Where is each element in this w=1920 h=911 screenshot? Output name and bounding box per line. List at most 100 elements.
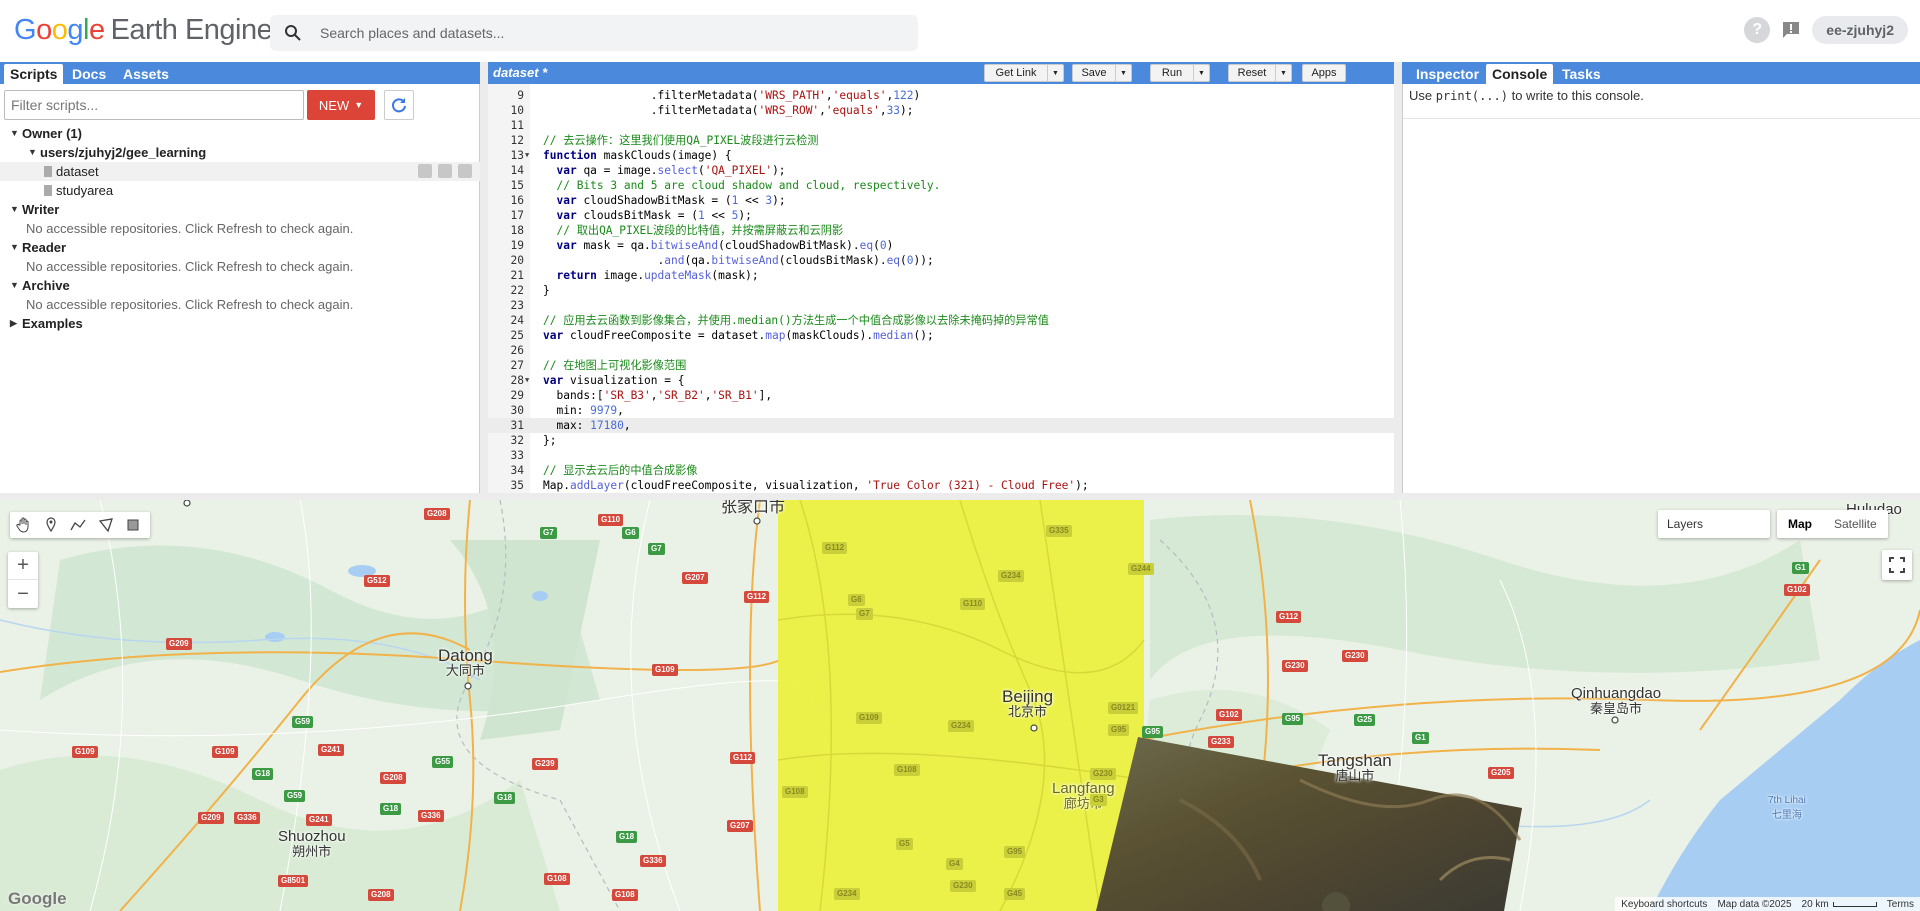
save-button[interactable]: Save ▼: [1072, 64, 1132, 82]
apps-button[interactable]: Apps: [1302, 64, 1346, 82]
code-line: 33: [510, 449, 524, 462]
road-shield: G5: [896, 838, 913, 850]
code-editor[interactable]: 9 .filterMetadata('WRS_PATH','equals',12…: [488, 84, 1424, 493]
console-panel: Use print(...) to write to this console.: [1402, 84, 1920, 493]
marker-icon[interactable]: [44, 517, 58, 533]
dropdown-arrow-icon[interactable]: ▼: [1193, 65, 1209, 81]
map-type-map-button[interactable]: Map: [1777, 510, 1823, 538]
new-script-button[interactable]: NEW ▼: [307, 90, 375, 120]
reset-button[interactable]: Reset ▼: [1228, 64, 1292, 82]
road-shield: G112: [822, 542, 848, 554]
tab-console[interactable]: Console: [1486, 64, 1554, 84]
zoom-in-button[interactable]: +: [8, 552, 38, 580]
code-line: 14 var qa = image.select('QA_PIXEL');: [510, 164, 786, 177]
code-line: 27// 在地图上可视化影像范围: [510, 359, 687, 372]
search-input[interactable]: [320, 15, 910, 51]
right-splitter[interactable]: [1394, 62, 1402, 493]
zoom-out-button[interactable]: −: [8, 580, 38, 608]
tree-archive[interactable]: ▼ Archive: [0, 276, 480, 295]
map-view[interactable]: Datong 大同市 Beijing 北京市 Tangshan 唐山市 Qinhuan…: [0, 500, 1920, 911]
dropdown-arrow-icon[interactable]: ▼: [1047, 65, 1063, 81]
road-shield: G234: [948, 720, 974, 732]
road-shield: G209: [198, 812, 224, 824]
get-link-label: Get Link: [995, 67, 1037, 79]
road-shield: G230: [1342, 650, 1368, 662]
code-line: 19 var mask = qa.bitwiseAnd(cloudShadowB…: [510, 239, 894, 252]
road-shield: G335: [1046, 525, 1072, 537]
road-shield: G244: [1128, 563, 1154, 575]
tab-inspector[interactable]: Inspector: [1410, 64, 1485, 84]
earth-engine-logo[interactable]: Google Earth Engine: [14, 14, 273, 47]
console-divider: [1403, 118, 1920, 119]
tree-reader-label: Reader: [22, 240, 67, 255]
keyboard-shortcuts-link[interactable]: Keyboard shortcuts: [1621, 899, 1707, 910]
code-line: 13 ▼ function maskClouds(image) {: [510, 149, 732, 162]
new-button-label: NEW: [318, 97, 350, 113]
road-shield: G109: [212, 746, 238, 758]
road-shield: G1: [1792, 562, 1809, 574]
code-content[interactable]: 9 .filterMetadata('WRS_PATH','equals',12…: [488, 88, 1398, 493]
city-label-shuozhou: Shuozhou 朔州市: [278, 829, 346, 859]
code-line: 21 return image.updateMask(mask);: [510, 269, 759, 282]
city-label-tangshan: Tangshan 唐山市: [1318, 752, 1392, 783]
pan-hand-icon[interactable]: [16, 517, 32, 533]
dropdown-arrow-icon[interactable]: ▼: [1115, 65, 1131, 81]
tab-scripts[interactable]: Scripts: [4, 64, 64, 84]
bay-zh: 七里海: [1771, 810, 1802, 821]
tab-docs[interactable]: Docs: [66, 64, 112, 84]
polygon-icon[interactable]: [98, 517, 114, 533]
dropdown-arrow-icon[interactable]: ▼: [1275, 65, 1291, 81]
road-shield: G109: [856, 712, 882, 724]
left-panel-header: Scripts Docs Assets: [0, 62, 480, 84]
city-zh: 张家口市: [721, 500, 786, 516]
road-shield: G336: [640, 855, 666, 867]
fullscreen-button[interactable]: [1882, 550, 1912, 580]
road-shield: G241: [318, 744, 344, 756]
road-shield: G108: [612, 889, 638, 901]
search-box[interactable]: [270, 15, 918, 51]
run-button[interactable]: Run ▼: [1150, 64, 1210, 82]
tree-file-dataset[interactable]: dataset: [0, 162, 480, 181]
layers-dropdown[interactable]: Layers: [1658, 510, 1770, 538]
drawing-tools: [10, 512, 150, 538]
tab-tasks[interactable]: Tasks: [1556, 64, 1607, 84]
code-line: 28 ▼ var visualization = {: [510, 374, 685, 387]
feedback-icon[interactable]: [1778, 17, 1804, 43]
tree-repo[interactable]: ▼ users/zjuhyj2/gee_learning: [0, 143, 480, 162]
road-shield: G7: [648, 543, 665, 555]
road-shield: G1: [1412, 732, 1429, 744]
code-line: 17 var cloudsBitMask = (1 << 5);: [510, 209, 752, 222]
tree-reader[interactable]: ▼ Reader: [0, 238, 480, 257]
map-type-satellite-button[interactable]: Satellite: [1823, 510, 1888, 538]
editor-header: dataset * Get Link ▼ Save ▼ Run ▼ Reset ▼ Ap…: [488, 62, 1424, 84]
console-hint: Use print(...) to write to this console.: [1409, 88, 1644, 103]
road-shield: G208: [368, 889, 394, 901]
code-line: 18 // 取出QA_PIXEL波段的比特值，并按需屏蔽云和云阴影: [510, 224, 844, 237]
left-splitter[interactable]: [480, 62, 488, 493]
refresh-button[interactable]: [384, 90, 414, 120]
tab-assets[interactable]: Assets: [117, 64, 175, 84]
code-line: 29 bands:['SR_B3','SR_B2','SR_B1'],: [510, 389, 773, 402]
road-shield: G18: [252, 768, 274, 780]
road-shield: G336: [234, 812, 260, 824]
help-icon[interactable]: ?: [1744, 17, 1771, 43]
map-splitter[interactable]: [0, 493, 1920, 500]
road-shield: G6: [848, 594, 865, 606]
road-shield: G109: [72, 746, 98, 758]
tree-owner-label: Owner (1): [22, 126, 82, 141]
tree-examples[interactable]: ▶ Examples: [0, 314, 480, 333]
get-link-button[interactable]: Get Link ▼: [984, 64, 1064, 82]
scale-bar[interactable]: 20 km: [1802, 899, 1877, 910]
rename-icon[interactable]: [438, 164, 452, 178]
terms-link[interactable]: Terms: [1887, 899, 1914, 910]
rectangle-icon[interactable]: [126, 518, 140, 532]
tree-file-studyarea[interactable]: studyarea: [0, 181, 480, 200]
filter-scripts-input[interactable]: [4, 90, 304, 120]
user-account-button[interactable]: ee-zjuhyj2: [1812, 16, 1908, 44]
tree-owner[interactable]: ▼ Owner (1): [0, 124, 480, 143]
delete-icon[interactable]: [458, 164, 472, 178]
history-icon[interactable]: [418, 164, 432, 178]
line-icon[interactable]: [70, 517, 86, 533]
tree-archive-label: Archive: [22, 278, 70, 293]
tree-writer[interactable]: ▼ Writer: [0, 200, 480, 219]
